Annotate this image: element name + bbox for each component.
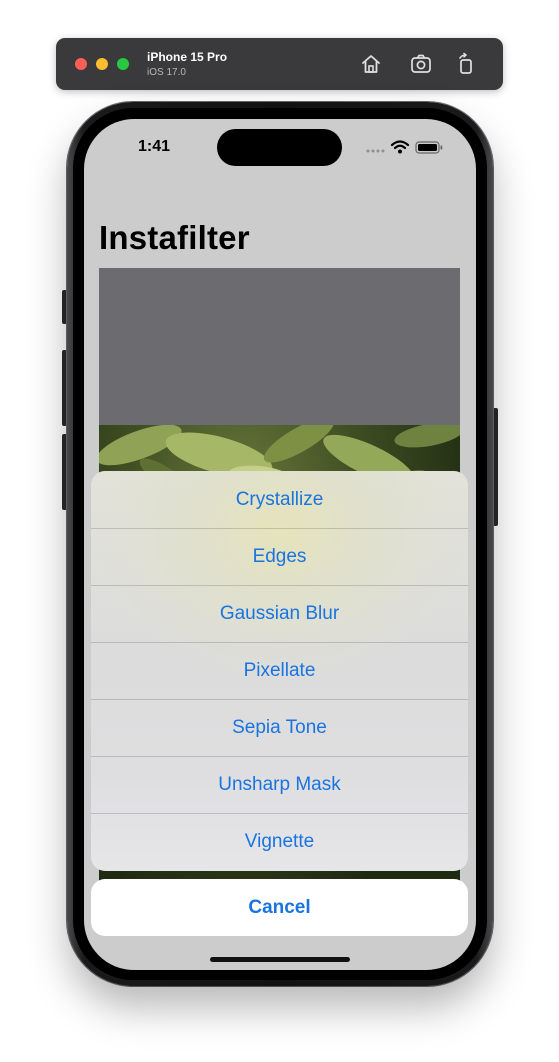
home-button[interactable] [359, 52, 383, 76]
filter-option-crystallize[interactable]: Crystallize [91, 471, 468, 528]
filter-action-sheet: Crystallize Edges Gaussian Blur Pixellat… [91, 471, 468, 871]
device-name: iPhone 15 Pro [147, 50, 228, 64]
filter-option-sepia-tone[interactable]: Sepia Tone [91, 699, 468, 756]
home-indicator[interactable] [210, 957, 350, 962]
screenshot-icon [411, 54, 431, 73]
image-placeholder [99, 268, 460, 425]
rotate-button[interactable] [454, 52, 478, 76]
screenshot-button[interactable] [409, 52, 433, 76]
status-time: 1:41 [138, 138, 171, 155]
battery-icon [415, 141, 443, 154]
home-icon [362, 55, 380, 73]
filter-option-unsharp-mask[interactable]: Unsharp Mask [91, 756, 468, 813]
dynamic-island [217, 129, 342, 166]
page-title: Instafilter [99, 219, 250, 256]
os-version: iOS 17.0 [147, 67, 186, 78]
status-icons [366, 139, 446, 155]
zoom-window-button[interactable] [117, 58, 129, 70]
side-power-button[interactable] [493, 408, 498, 526]
filter-option-vignette[interactable]: Vignette [91, 813, 468, 870]
cellular-icon [366, 149, 385, 153]
close-window-button[interactable] [75, 58, 87, 70]
filter-option-edges[interactable]: Edges [91, 528, 468, 585]
device-screen: 1:41 Instafilter Crystallize Edges Gauss… [84, 119, 476, 970]
rotate-icon [459, 52, 472, 74]
cancel-button[interactable]: Cancel [91, 879, 468, 936]
simulator-title-bar: iPhone 15 Pro iOS 17.0 [56, 38, 503, 90]
minimize-window-button[interactable] [96, 58, 108, 70]
filter-option-gaussian-blur[interactable]: Gaussian Blur [91, 585, 468, 642]
wifi-icon [390, 140, 410, 154]
filter-option-pixellate[interactable]: Pixellate [91, 642, 468, 699]
